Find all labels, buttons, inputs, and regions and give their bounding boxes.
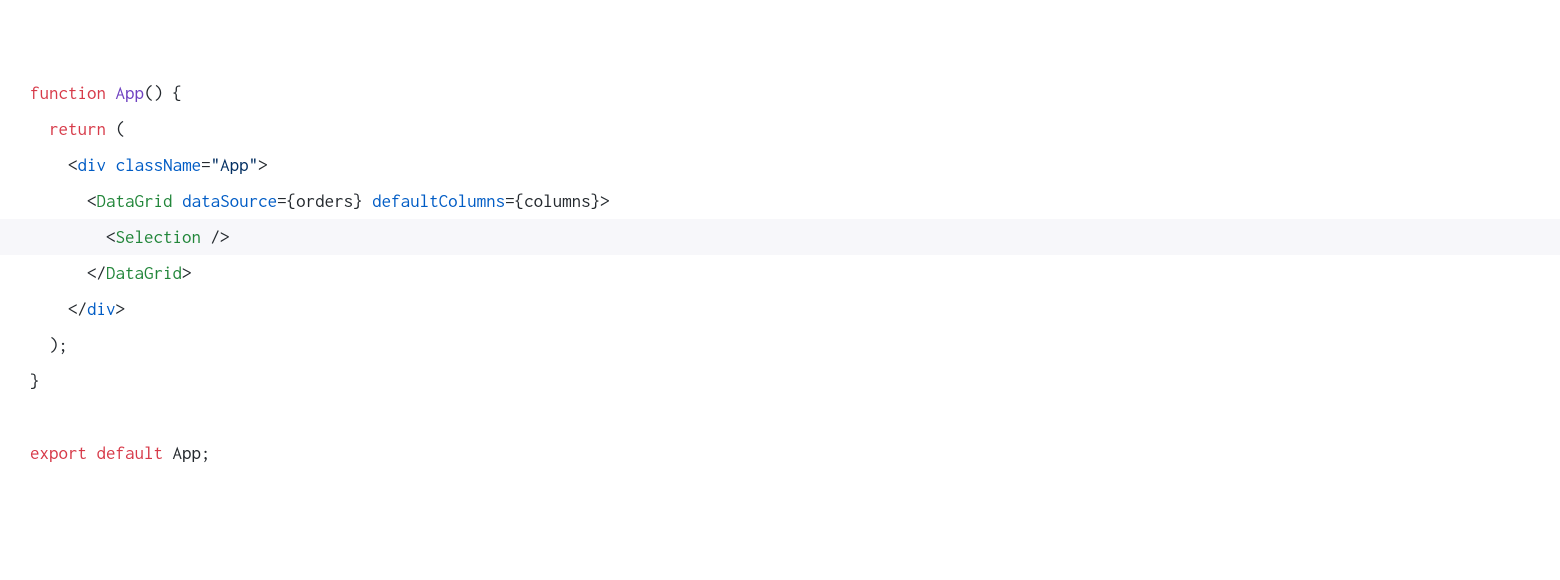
- code-line: }: [30, 363, 1560, 399]
- code-token: [106, 155, 116, 175]
- code-line: </div>: [30, 291, 1560, 327]
- code-token: >: [116, 299, 126, 319]
- code-token: function: [30, 83, 106, 103]
- code-token: App;: [163, 443, 211, 463]
- code-token: =: [505, 191, 515, 211]
- code-token: (: [106, 119, 125, 139]
- code-token: Selection: [116, 227, 202, 247]
- code-token: className: [116, 155, 202, 175]
- code-line: </DataGrid>: [30, 255, 1560, 291]
- code-token: >: [258, 155, 268, 175]
- code-token: DataGrid: [106, 263, 182, 283]
- code-token: =: [277, 191, 287, 211]
- code-token: [87, 443, 97, 463]
- code-token: default: [97, 443, 164, 463]
- code-token: </: [68, 299, 87, 319]
- code-token: [363, 191, 373, 211]
- code-token: </: [87, 263, 106, 283]
- code-token: return: [49, 119, 106, 139]
- code-token: div: [87, 299, 116, 319]
- code-token: }: [30, 371, 40, 391]
- code-token: );: [49, 335, 68, 355]
- code-token: />: [201, 227, 230, 247]
- code-token: export: [30, 443, 87, 463]
- code-line: );: [30, 327, 1560, 363]
- code-token: () {: [144, 83, 182, 103]
- code-token: <: [106, 227, 116, 247]
- code-token: =: [201, 155, 211, 175]
- code-token: {orders}: [287, 191, 363, 211]
- code-line: <DataGrid dataSource={orders} defaultCol…: [30, 183, 1560, 219]
- code-line: export default App;: [30, 435, 1560, 471]
- code-token: "App": [211, 155, 259, 175]
- code-token: <: [68, 155, 78, 175]
- code-token: [106, 83, 116, 103]
- code-token: >: [182, 263, 192, 283]
- code-block: function App() { return ( <div className…: [0, 0, 1560, 471]
- code-line: <Selection />: [0, 219, 1560, 255]
- code-line: <div className="App">: [30, 147, 1560, 183]
- code-token: dataSource: [182, 191, 277, 211]
- code-token: defaultColumns: [372, 191, 505, 211]
- code-token: [173, 191, 183, 211]
- code-token: <: [87, 191, 97, 211]
- code-token: div: [78, 155, 107, 175]
- code-line: function App() {: [30, 75, 1560, 111]
- code-token: {columns}>: [515, 191, 610, 211]
- code-line: [30, 399, 1560, 435]
- code-token: DataGrid: [97, 191, 173, 211]
- code-token: App: [116, 83, 145, 103]
- code-line: return (: [30, 111, 1560, 147]
